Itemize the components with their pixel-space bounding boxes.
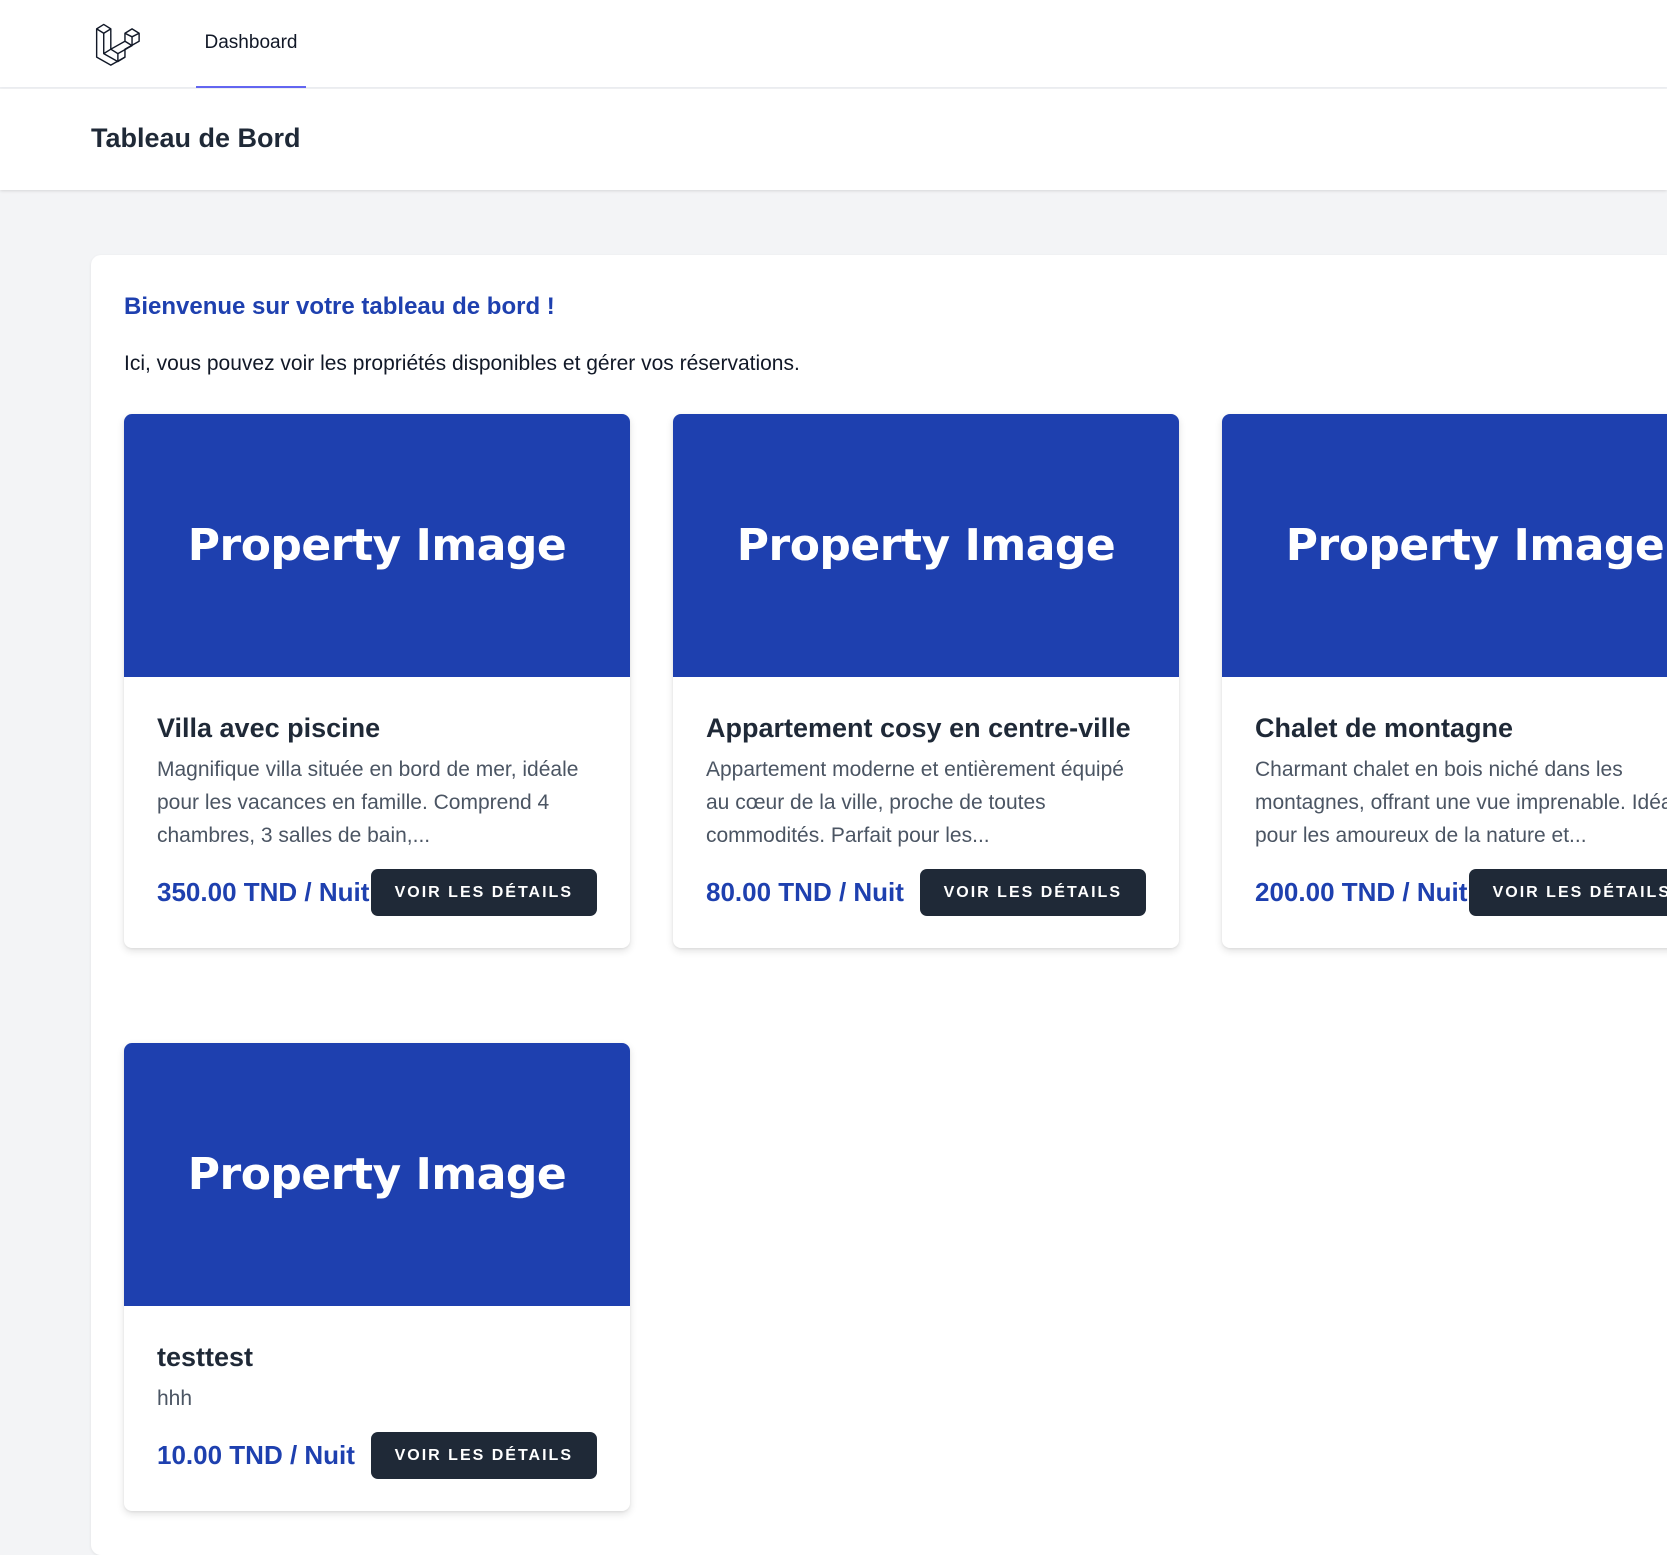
property-image-label: Property Image [1285,520,1665,571]
property-card-body: Appartement cosy en centre-ville Apparte… [673,677,1179,948]
property-card: Property Image Appartement cosy en centr… [673,414,1179,948]
property-card-footer: 80.00 TND / Nuit VOIR LES DÉTAILS [706,869,1146,916]
view-details-button[interactable]: VOIR LES DÉTAILS [370,869,597,916]
nav-link-dashboard[interactable]: Dashboard [196,0,306,88]
property-title: Chalet de montagne [1255,713,1514,743]
property-price: 200.00 TND / Nuit [1255,877,1468,907]
welcome-heading: Bienvenue sur votre tableau de bord ! [124,293,555,320]
page-header: Tableau de Bord [0,89,1667,190]
property-title: Villa avec piscine [157,713,381,743]
property-image-placeholder: Property Image [124,414,630,677]
laravel-logo-icon[interactable] [94,20,140,66]
view-details-button[interactable]: VOIR LES DÉTAILS [1468,869,1667,916]
intro-text: Ici, vous pouvez voir les propriétés dis… [124,352,800,375]
property-image-label: Property Image [736,520,1116,571]
property-price: 10.00 TND / Nuit [157,1440,355,1470]
property-card-body: Chalet de montagne Charmant chalet en bo… [1222,677,1667,948]
property-description: Magnifique villa située en bord de mer, … [157,758,579,847]
property-price: 80.00 TND / Nuit [706,877,904,907]
property-image-label: Property Image [187,1149,567,1200]
property-card-body: Villa avec piscine Magnifique villa situ… [124,677,630,948]
property-description: hhh [157,1387,193,1410]
property-card-footer: 200.00 TND / Nuit VOIR LES DÉTAILS [1255,869,1667,916]
property-title: Appartement cosy en centre-ville [706,713,1131,743]
property-card: Property Image testtest hhh 10.00 TND / … [124,1043,630,1511]
property-image-placeholder: Property Image [673,414,1179,677]
property-image-placeholder: Property Image [1222,414,1667,677]
property-card-footer: 350.00 TND / Nuit VOIR LES DÉTAILS [157,869,597,916]
property-price: 350.00 TND / Nuit [157,877,370,907]
property-card-body: testtest hhh 10.00 TND / Nuit VOIR LES D… [124,1306,630,1511]
property-card-footer: 10.00 TND / Nuit VOIR LES DÉTAILS [157,1432,597,1479]
property-card: Property Image Chalet de montagne Charma… [1222,414,1667,948]
property-title: testtest [157,1342,254,1372]
property-description: Appartement moderne et entièrement équip… [706,758,1124,847]
page-title: Tableau de Bord [91,123,301,153]
property-description: Charmant chalet en bois niché dans les m… [1255,758,1667,847]
property-card: Property Image Villa avec piscine Magnif… [124,414,630,948]
property-image-label: Property Image [187,520,567,571]
view-details-button[interactable]: VOIR LES DÉTAILS [370,1432,597,1479]
property-image-placeholder: Property Image [124,1043,630,1306]
view-details-button[interactable]: VOIR LES DÉTAILS [919,869,1146,916]
top-navigation: Dashboard [0,0,1667,88]
